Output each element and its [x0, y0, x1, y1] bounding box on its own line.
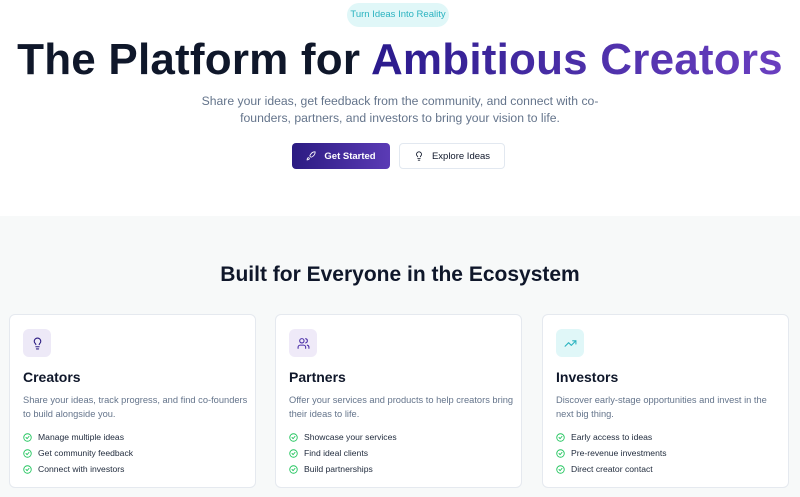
feature-item: Find ideal clients: [289, 445, 397, 461]
feature-item: Connect with investors: [23, 461, 133, 477]
partners-card: Partners Offer your services and product…: [275, 314, 522, 488]
feature-label: Build partnerships: [304, 464, 373, 474]
check-circle-icon: [556, 448, 565, 458]
feature-label: Find ideal clients: [304, 448, 369, 458]
check-circle-icon: [556, 432, 565, 442]
get-started-button[interactable]: Get Started: [292, 143, 390, 169]
feature-item: Early access to ideas: [556, 429, 667, 445]
check-circle-icon: [23, 448, 32, 458]
partners-title: Partners: [289, 369, 346, 385]
explore-ideas-label: Explore Ideas: [431, 150, 491, 162]
partners-feature-list: Showcase your services Find ideal client…: [289, 429, 397, 477]
check-circle-icon: [556, 464, 565, 474]
check-circle-icon: [23, 432, 32, 442]
check-circle-icon: [289, 448, 298, 458]
investors-feature-list: Early access to ideas Pre-revenue invest…: [556, 429, 667, 477]
hero-title: The Platform for Ambitious Creators: [0, 32, 800, 88]
feature-item: Manage multiple ideas: [23, 429, 133, 445]
feature-item: Direct creator contact: [556, 461, 667, 477]
creators-icon-box: [23, 329, 51, 357]
feature-item: Get community feedback: [23, 445, 133, 461]
ecosystem-section: Built for Everyone in the Ecosystem Crea…: [0, 216, 800, 497]
partners-icon-box: [289, 329, 317, 357]
feature-label: Early access to ideas: [571, 432, 653, 442]
investors-icon-box: [556, 329, 584, 357]
hero-badge: Turn Ideas Into Reality: [347, 3, 449, 27]
explore-ideas-button[interactable]: Explore Ideas: [399, 143, 505, 169]
feature-label: Pre-revenue investments: [571, 448, 667, 458]
get-started-label: Get Started: [324, 150, 376, 162]
lightbulb-icon: [416, 151, 422, 161]
feature-label: Direct creator contact: [571, 464, 653, 474]
check-circle-icon: [23, 464, 32, 474]
users-icon: [297, 337, 309, 349]
feature-item: Pre-revenue investments: [556, 445, 667, 461]
lightbulb-icon: [33, 337, 41, 349]
feature-label: Manage multiple ideas: [38, 432, 124, 442]
check-circle-icon: [289, 432, 298, 442]
hero-subtitle: Share your ideas, get feedback from the …: [201, 94, 599, 125]
creators-card: Creators Share your ideas, track progres…: [9, 314, 256, 488]
trending-up-icon: [564, 339, 576, 347]
feature-item: Build partnerships: [289, 461, 397, 477]
feature-label: Showcase your services: [304, 432, 397, 442]
feature-item: Showcase your services: [289, 429, 397, 445]
feature-label: Connect with investors: [38, 464, 125, 474]
check-circle-icon: [289, 464, 298, 474]
creators-feature-list: Manage multiple ideas Get community feed…: [23, 429, 133, 477]
investors-card: Investors Discover early-stage opportuni…: [542, 314, 789, 488]
creators-title: Creators: [23, 369, 81, 385]
investors-description: Discover early-stage opportunities and i…: [556, 395, 767, 419]
creators-description: Share your ideas, track progress, and fi…: [23, 395, 248, 419]
hero-section: Turn Ideas Into Reality The Platform for…: [0, 0, 800, 216]
rocket-icon: [307, 151, 316, 161]
section-title: Built for Everyone in the Ecosystem: [220, 263, 580, 286]
feature-label: Get community feedback: [38, 448, 134, 458]
partners-description: Offer your services and products to help…: [289, 395, 514, 419]
hero-title-highlight: Ambitious Creators: [370, 35, 783, 84]
hero-title-plain: The Platform for: [17, 35, 371, 84]
investors-title: Investors: [556, 369, 619, 385]
